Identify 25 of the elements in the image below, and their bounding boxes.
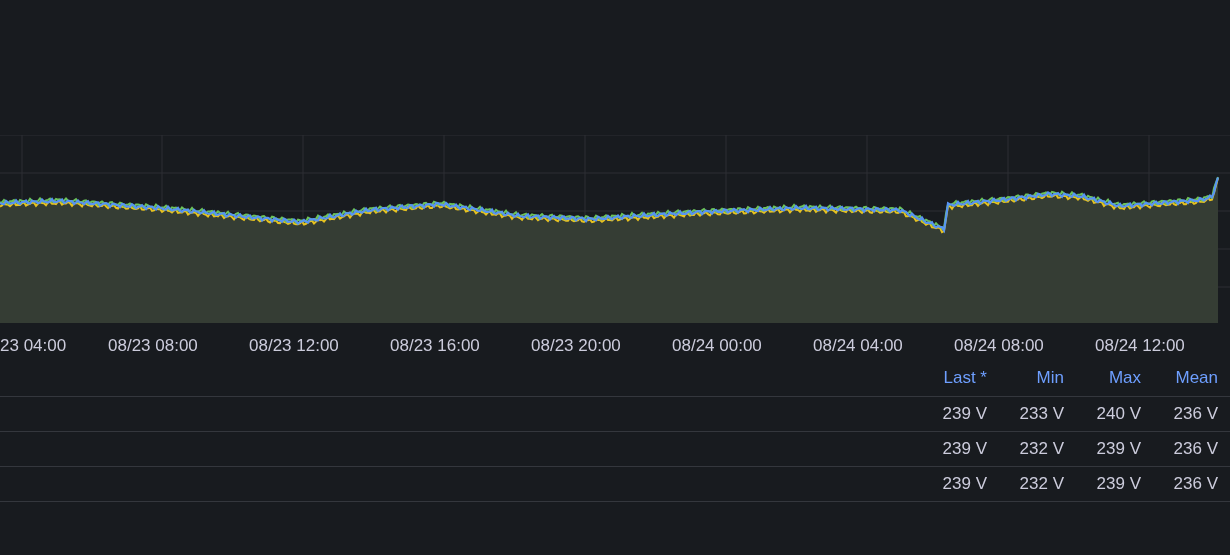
axis-tick-label: 08/24 04:00 xyxy=(813,335,903,357)
axis-tick-label: 08/24 08:00 xyxy=(954,335,1044,357)
axis-tick-label: 08/24 12:00 xyxy=(1095,335,1185,357)
legend-value: 232 V xyxy=(1018,473,1064,496)
legend-value: 236 V xyxy=(1172,403,1218,426)
legend-value: 240 V xyxy=(1095,403,1141,426)
legend-column-header[interactable]: Min xyxy=(987,365,1064,391)
legend-value: 236 V xyxy=(1172,438,1218,461)
legend-column-header[interactable]: Max xyxy=(1064,365,1141,391)
legend-value: 239 V xyxy=(941,473,987,496)
legend-value: 236 V xyxy=(1172,473,1218,496)
legend-value: 239 V xyxy=(1095,473,1141,496)
legend-value: 239 V xyxy=(1095,438,1141,461)
axis-tick-label: 08/23 08:00 xyxy=(108,335,198,357)
legend-column-header[interactable]: Last * xyxy=(910,365,987,391)
axis-tick-label: 08/23 16:00 xyxy=(390,335,480,357)
legend-value: 232 V xyxy=(1018,438,1064,461)
legend-value: 239 V xyxy=(941,403,987,426)
axis-tick-label: 23 04:00 xyxy=(0,335,67,357)
legend-value: 233 V xyxy=(1018,403,1064,426)
legend-column-header[interactable]: Mean xyxy=(1141,365,1218,391)
legend-value: 239 V xyxy=(941,438,987,461)
axis-tick-label: 08/23 20:00 xyxy=(531,335,621,357)
axis-tick-label: 08/24 00:00 xyxy=(672,335,762,357)
axis-tick-label: 08/23 12:00 xyxy=(249,335,339,357)
